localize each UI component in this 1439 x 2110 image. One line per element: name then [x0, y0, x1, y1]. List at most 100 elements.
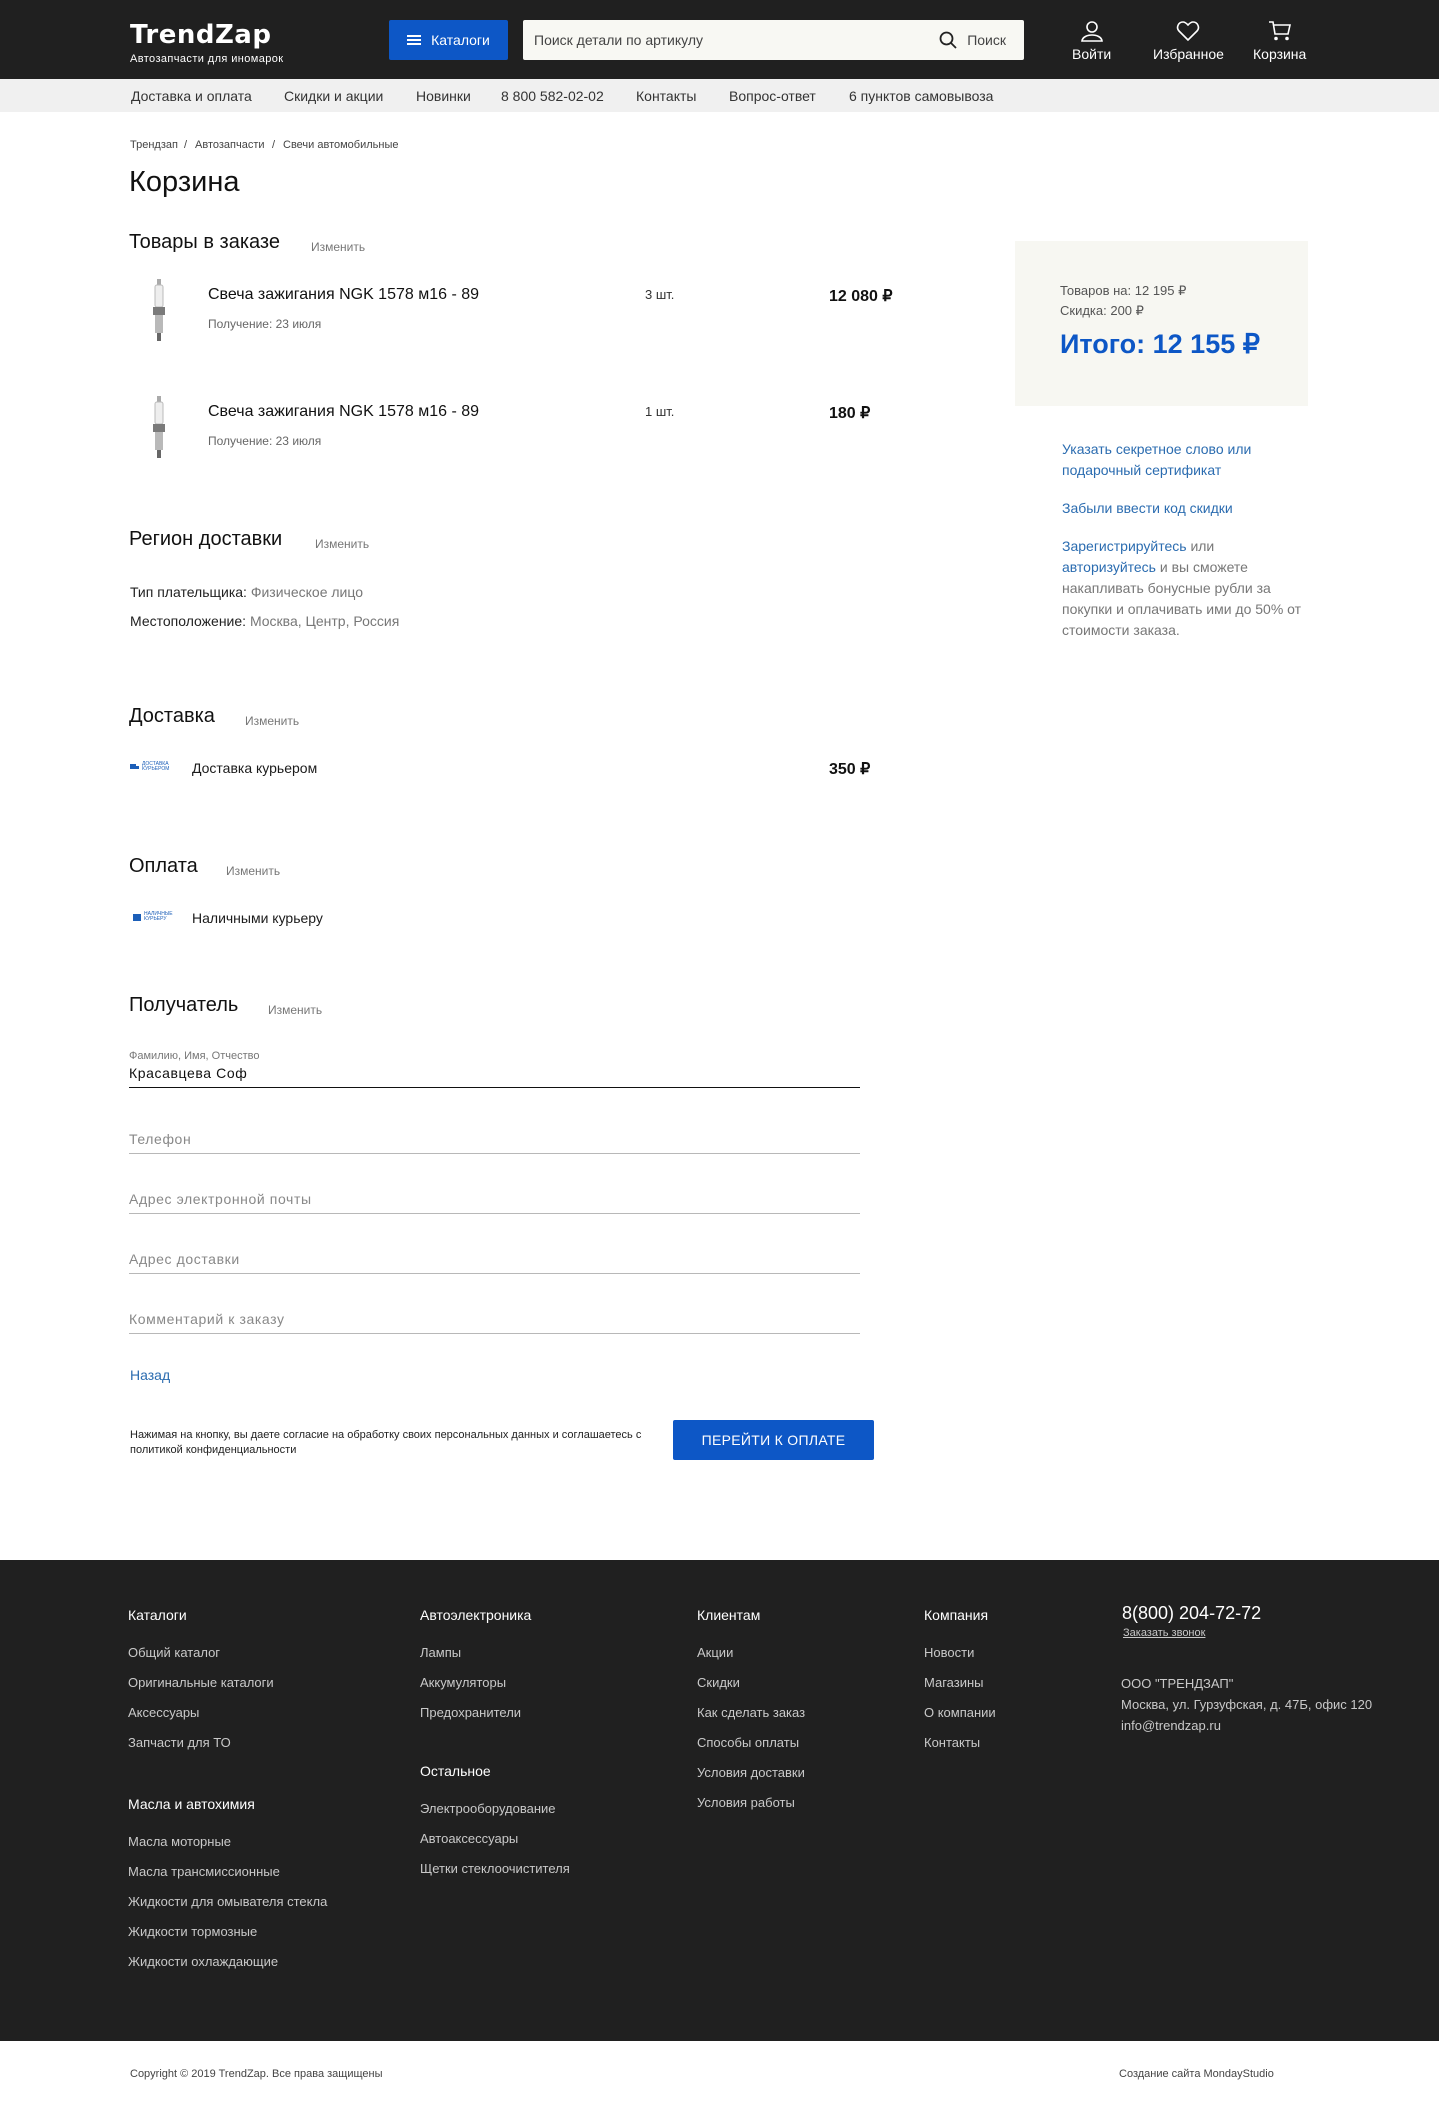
catalog-button[interactable]: Каталоги: [389, 20, 508, 60]
payment-edit-link[interactable]: Изменить: [226, 864, 280, 878]
footer-link[interactable]: Аксессуары: [128, 1705, 199, 1720]
footer-email[interactable]: info@trendzap.ru: [1121, 1715, 1221, 1736]
login-link[interactable]: Войти: [1072, 20, 1111, 62]
recipient-edit-link[interactable]: Изменить: [268, 1003, 322, 1017]
login-label: Войти: [1072, 46, 1112, 62]
summary-discount: Скидка: 200 ₽: [1060, 303, 1144, 318]
payment-method[interactable]: Наличными курьеру: [192, 910, 323, 926]
logo[interactable]: TrendZap: [130, 20, 271, 50]
footer-link[interactable]: Как сделать заказ: [697, 1705, 805, 1720]
footer-link[interactable]: Акции: [697, 1645, 733, 1660]
footer-link[interactable]: Оригинальные каталоги: [128, 1675, 274, 1690]
breadcrumb-parts[interactable]: Автозапчасти: [195, 139, 265, 151]
footer-link[interactable]: Жидкости охлаждающие: [128, 1954, 278, 1969]
phone-input[interactable]: [129, 1128, 860, 1154]
full-name-input[interactable]: [129, 1062, 860, 1088]
page-title: Корзина: [129, 166, 240, 198]
location: Местоположение: Москва, Центр, Россия: [130, 613, 399, 629]
secret-word-link[interactable]: Указать секретное слово или подарочный с…: [1062, 439, 1292, 481]
delivery-edit-link[interactable]: Изменить: [245, 714, 299, 728]
subnav-discounts[interactable]: Скидки и акции: [284, 88, 383, 104]
footer-link[interactable]: Новости: [924, 1645, 974, 1660]
proceed-to-payment-button[interactable]: ПЕРЕЙТИ К ОПЛАТЕ: [673, 1420, 874, 1460]
order-edit-link[interactable]: Изменить: [311, 240, 365, 254]
footer-link[interactable]: Автоаксессуары: [420, 1831, 518, 1846]
catalog-button-label: Каталоги: [431, 32, 490, 48]
heart-icon: [1177, 21, 1200, 42]
address-field: [129, 1248, 860, 1274]
footer-phone[interactable]: 8(800) 204-72-72: [1122, 1603, 1261, 1624]
footer-link[interactable]: Масла трансмиссионные: [128, 1864, 280, 1879]
footer-link[interactable]: Запчасти для ТО: [128, 1735, 231, 1750]
footer-link[interactable]: Лампы: [420, 1645, 461, 1660]
email-input[interactable]: [129, 1188, 860, 1214]
subnav-pickup-points[interactable]: 6 пунктов самовывоза: [849, 88, 993, 104]
footer-link[interactable]: Условия работы: [697, 1795, 795, 1810]
payer-type-label: Тип плательщика:: [130, 584, 247, 600]
search-button[interactable]: Поиск: [939, 20, 1006, 60]
footer-link[interactable]: Магазины: [924, 1675, 984, 1690]
subnav-phone[interactable]: 8 800 582-02-02: [501, 88, 604, 104]
summary-goods-total: Товаров на: 12 195 ₽: [1060, 283, 1187, 298]
region-edit-link[interactable]: Изменить: [315, 537, 369, 551]
footer-link[interactable]: Масла моторные: [128, 1834, 231, 1849]
footer-oils-title: Масла и автохимия: [128, 1796, 255, 1812]
full-name-field: Фамилию, Имя, Отчество: [129, 1050, 860, 1088]
courier-delivery-logo-text: ДОСТАВКА КУРЬЕРОМ: [142, 761, 170, 772]
footer-link[interactable]: Щетки стеклоочистителя: [420, 1861, 570, 1876]
footer-company-title: Компания: [924, 1607, 989, 1623]
footer-link[interactable]: Жидкости тормозные: [128, 1924, 257, 1939]
cart-link[interactable]: Корзина: [1253, 20, 1306, 62]
item-price: 12 080 ₽: [829, 288, 893, 305]
address-input[interactable]: [129, 1248, 860, 1274]
footer-catalogs-title: Каталоги: [128, 1607, 187, 1623]
breadcrumb-current[interactable]: Свечи автомобильные: [283, 139, 398, 151]
location-value: Москва, Центр, Россия: [249, 613, 400, 629]
subnav-new[interactable]: Новинки: [416, 88, 471, 104]
subnav-faq[interactable]: Вопрос-ответ: [729, 88, 816, 104]
footer-link[interactable]: Контакты: [924, 1735, 980, 1750]
footer-link[interactable]: Предохранители: [420, 1705, 521, 1720]
register-link[interactable]: Зарегистрируйтесь: [1062, 538, 1187, 554]
cash-payment-logo-text: НАЛИЧНЫЕ КУРЬЕРУ: [144, 911, 173, 922]
footer-link[interactable]: Электрооборудование: [420, 1801, 556, 1816]
location-label: Местоположение:: [130, 613, 247, 629]
search-box: Поиск: [523, 20, 1024, 60]
footer-link[interactable]: Способы оплаты: [697, 1735, 799, 1750]
item-name[interactable]: Свеча зажигания NGK 1578 м16 - 89: [208, 403, 479, 421]
footer-link[interactable]: Условия доставки: [697, 1765, 805, 1780]
subnav-delivery[interactable]: Доставка и оплата: [131, 88, 252, 104]
search-input[interactable]: [523, 20, 913, 60]
cash-payment-logo: НАЛИЧНЫЕ КУРЬЕРУ: [133, 912, 174, 922]
truck-icon: [130, 763, 139, 769]
comment-input[interactable]: [129, 1308, 860, 1334]
recipient-section-title: Получатель: [129, 994, 239, 1016]
spark-plug-image: [153, 279, 165, 341]
subnav-contacts[interactable]: Контакты: [636, 88, 696, 104]
footer-link[interactable]: О компании: [924, 1705, 996, 1720]
discount-code-link[interactable]: Забыли ввести код скидки: [1062, 498, 1233, 519]
back-link[interactable]: Назад: [130, 1367, 170, 1383]
consent-text: Нажимая на кнопку, вы даете согласие на …: [130, 1429, 642, 1456]
favorites-link[interactable]: Избранное: [1153, 20, 1224, 62]
made-by-link[interactable]: Создание сайта MondayStudio: [1119, 2068, 1274, 2080]
delivery-price: 350 ₽: [829, 761, 871, 778]
breadcrumb-home[interactable]: Трендзап: [130, 139, 178, 151]
footer-link[interactable]: Общий каталог: [128, 1645, 220, 1660]
breadcrumb-separator: /: [272, 139, 276, 151]
footer-link[interactable]: Скидки: [697, 1675, 740, 1690]
footer-link[interactable]: Аккумуляторы: [420, 1675, 506, 1690]
order-section-title: Товары в заказе: [129, 231, 280, 253]
spark-plug-image: [153, 396, 165, 458]
bonus-info: Зарегистрируйтесь или авторизуйтесь и вы…: [1062, 536, 1302, 641]
item-name[interactable]: Свеча зажигания NGK 1578 м16 - 89: [208, 286, 479, 304]
request-call-link[interactable]: Заказать звонок: [1123, 1627, 1205, 1639]
payer-type: Тип плательщика: Физическое лицо: [130, 584, 363, 600]
footer-link[interactable]: Жидкости для омывателя стекла: [128, 1894, 327, 1909]
summary-grand-total: Итого: 12 155 ₽: [1060, 329, 1260, 359]
full-name-label: Фамилию, Имя, Отчество: [129, 1050, 260, 1062]
login-link-inline[interactable]: авторизуйтесь: [1062, 559, 1156, 575]
delivery-method[interactable]: Доставка курьером: [192, 760, 317, 776]
user-icon: [1080, 21, 1103, 42]
item-delivery-date: Получение: 23 июля: [208, 317, 322, 331]
